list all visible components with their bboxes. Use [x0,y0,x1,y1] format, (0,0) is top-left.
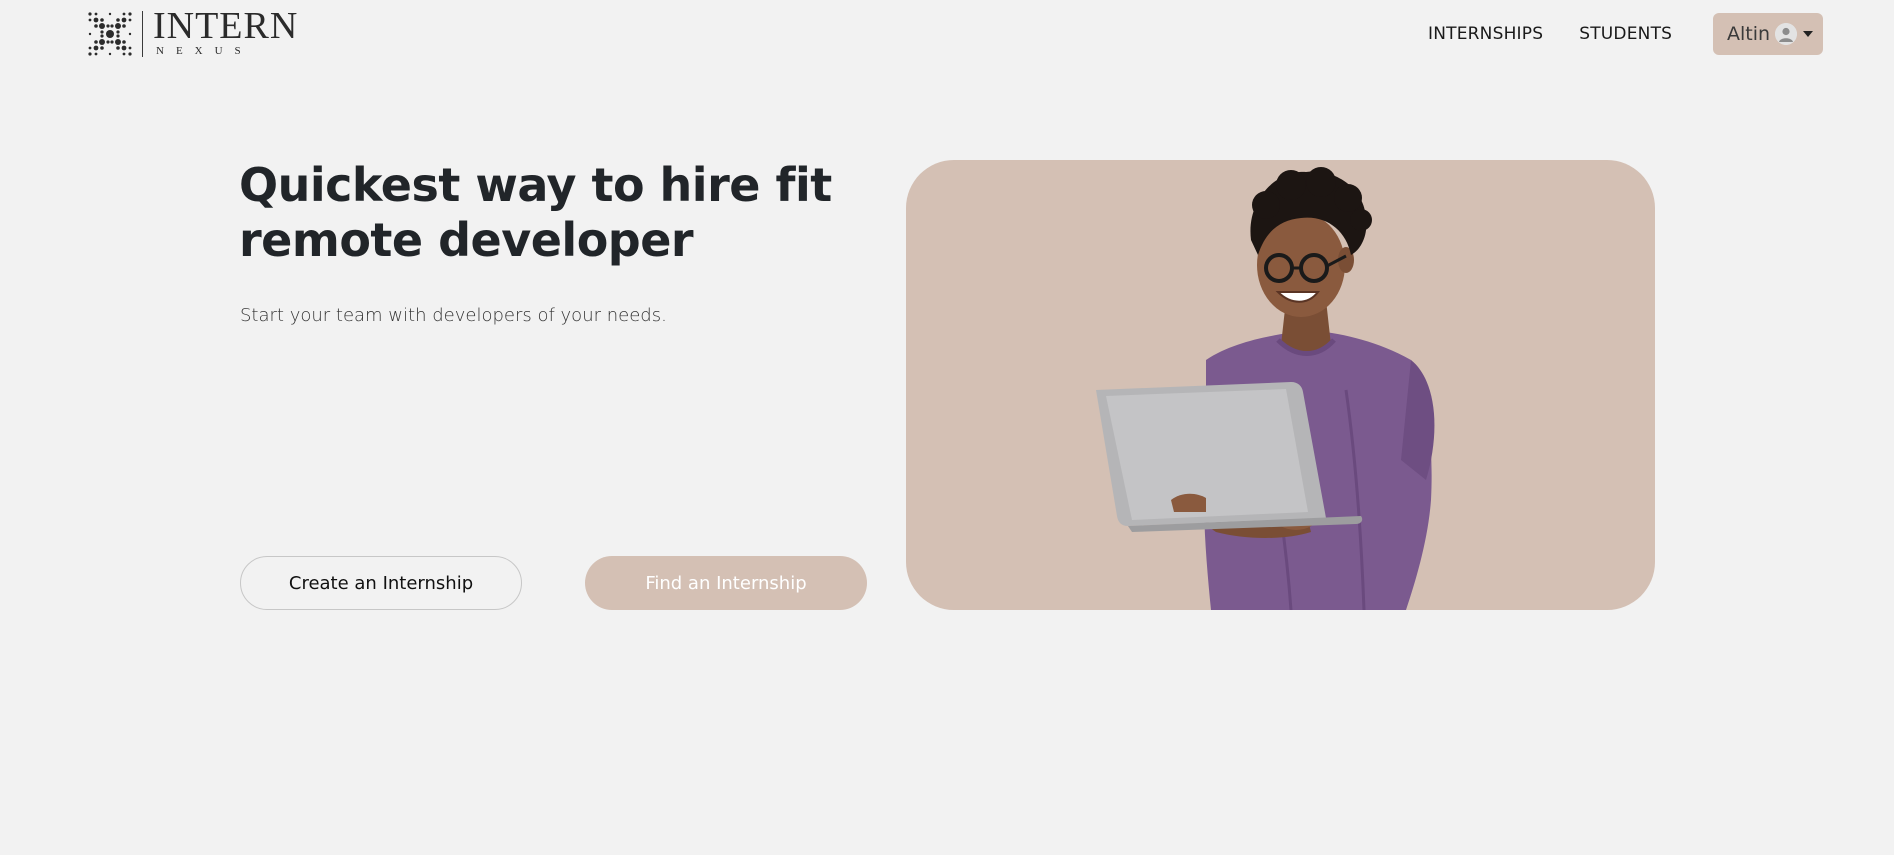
nav-links: INTERNSHIPS STUDENTS [1428,13,1708,55]
hero-title: Quickest way to hire fit remote develope… [239,158,832,267]
create-internship-button[interactable]: Create an Internship [240,556,522,610]
user-name: Altin [1727,23,1771,45]
logo-wordmark: INTERN NEXUS [153,7,298,57]
nav-link-students[interactable]: STUDENTS [1579,24,1672,44]
logo-title: INTERN [153,5,299,47]
hero-image [906,160,1655,610]
navbar: INTERN NEXUS INTERNSHIPS STUDENTS Altin [0,0,1894,70]
brand-logo[interactable]: INTERN NEXUS [86,7,298,58]
caret-down-icon [1803,31,1814,37]
hero-subtitle: Start your team with developers of your … [240,305,667,326]
find-internship-button[interactable]: Find an Internship [585,556,867,610]
logo-subtitle: NEXUS [156,45,253,57]
nav-link-internships[interactable]: INTERNSHIPS [1428,24,1543,44]
logo-divider [142,11,143,57]
young-man-with-laptop-photo [1096,167,1435,610]
user-menu-button[interactable]: Altin [1713,13,1823,55]
user-avatar-icon [1775,23,1798,45]
x-dots-logo-icon [88,12,132,56]
